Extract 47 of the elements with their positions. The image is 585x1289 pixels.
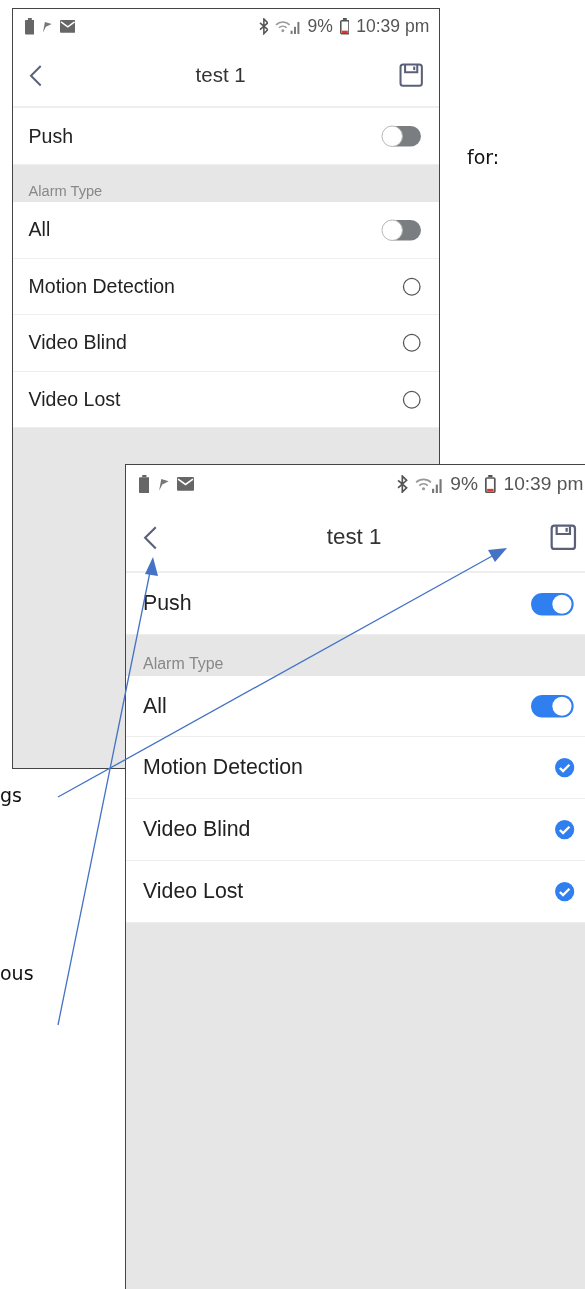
option-label: Video Blind — [143, 817, 251, 843]
screen-title: test 1 — [326, 524, 382, 551]
option-label: Video Blind — [28, 331, 127, 355]
radio-button[interactable] — [401, 333, 422, 353]
save-icon[interactable] — [399, 63, 424, 88]
mail-icon — [177, 477, 195, 492]
document-text: for: — [467, 146, 500, 168]
check-circle-icon[interactable] — [553, 819, 575, 841]
battery-icon — [138, 475, 150, 494]
check-circle-icon[interactable] — [553, 757, 575, 779]
option-label: Video Lost — [28, 388, 121, 411]
option-label: All — [143, 693, 167, 719]
check-circle-icon[interactable] — [553, 880, 575, 903]
status-time: 10:39 pm — [356, 16, 430, 38]
battery-percent: 9% — [450, 473, 478, 496]
toggle-switch[interactable] — [530, 591, 575, 617]
toggle-switch[interactable] — [530, 693, 575, 719]
battery-icon — [24, 18, 35, 35]
option-label: Push — [143, 591, 192, 617]
back-icon[interactable] — [28, 63, 43, 87]
status-time: 10:39 pm — [503, 473, 584, 496]
option-label: Motion Detection — [28, 274, 175, 298]
back-icon[interactable] — [143, 524, 158, 551]
document-text: ous — [0, 962, 34, 984]
toggle-switch[interactable] — [380, 218, 422, 242]
battery-icon — [485, 475, 497, 494]
save-icon[interactable] — [550, 524, 577, 551]
screen-title: test 1 — [195, 63, 246, 88]
bluetooth-icon — [258, 18, 269, 35]
toggle-switch[interactable] — [380, 125, 422, 148]
signal-icon — [415, 475, 443, 493]
option-label: Video Lost — [143, 878, 244, 904]
option-label: Push — [28, 124, 74, 148]
radio-button[interactable] — [401, 389, 422, 410]
option-label: Motion Detection — [143, 755, 303, 781]
document-text: gs — [0, 784, 22, 806]
radio-button[interactable] — [401, 276, 422, 297]
battery-percent: 9% — [307, 16, 333, 38]
bluetooth-icon — [397, 475, 408, 494]
mail-icon — [59, 20, 76, 33]
battery-icon — [339, 18, 350, 35]
flag-icon — [41, 20, 53, 33]
section-header: Alarm Type — [143, 654, 224, 673]
signal-icon — [275, 18, 301, 35]
section-header: Alarm Type — [28, 183, 103, 200]
flag-icon — [156, 477, 170, 491]
option-label: All — [28, 218, 51, 242]
